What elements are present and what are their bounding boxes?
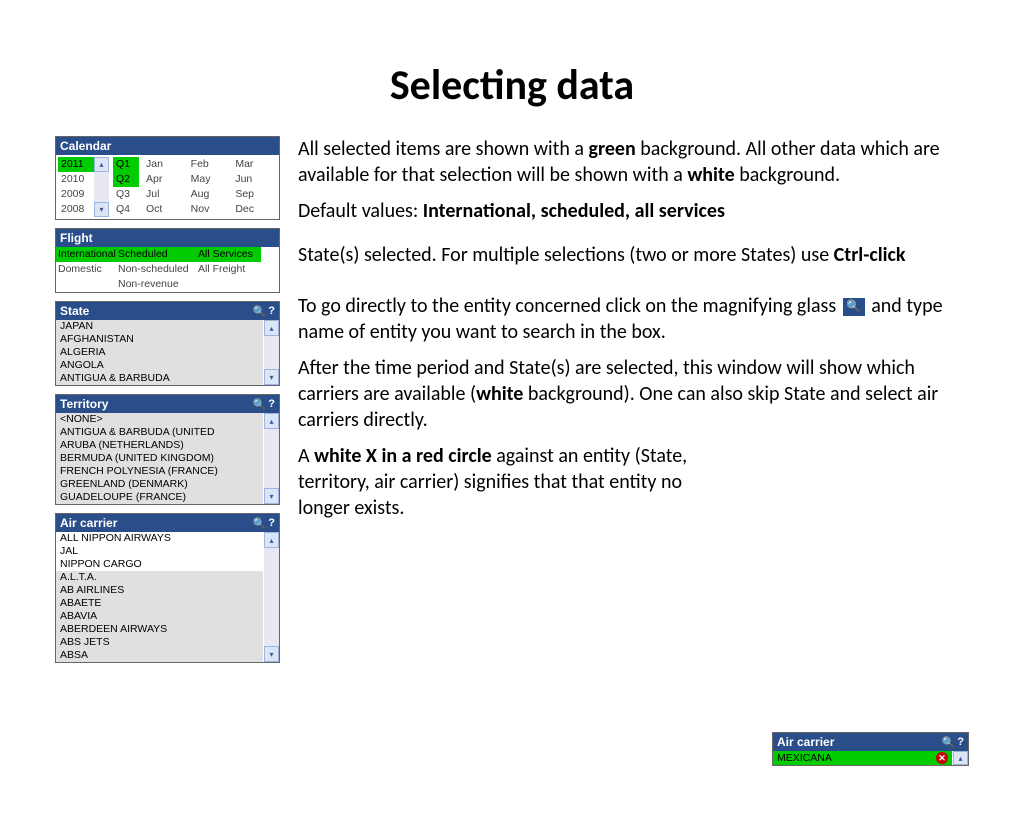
calendar-title: Calendar <box>60 139 111 153</box>
year-cell[interactable]: 2010 <box>58 172 94 187</box>
list-item[interactable]: NIPPON CARGO <box>56 558 263 571</box>
month-cell[interactable]: Mar <box>232 157 277 172</box>
territory-title: Territory <box>60 397 108 411</box>
year-scroll-down[interactable]: ▾ <box>94 202 109 217</box>
help-icon[interactable]: ? <box>268 305 275 318</box>
aircarrier-title: Air carrier <box>60 516 117 530</box>
list-item[interactable]: ALL NIPPON AIRWAYS <box>56 532 263 545</box>
month-cell[interactable]: Dec <box>232 202 277 217</box>
flight-cell[interactable]: Non-revenue <box>116 277 196 292</box>
list-item[interactable]: AFGHANISTAN <box>56 333 263 346</box>
paragraph-redx: A white X in a red circle against an ent… <box>298 443 718 521</box>
flight-cell[interactable]: All Freight <box>196 262 261 277</box>
month-cell[interactable]: Sep <box>232 187 277 202</box>
flight-title: Flight <box>60 231 93 245</box>
paragraph-carriers: After the time period and State(s) are s… <box>298 355 969 433</box>
paragraph-state: State(s) selected. For multiple selectio… <box>298 242 969 268</box>
year-cell[interactable]: 2008 <box>58 202 94 217</box>
search-icon[interactable]: 🔍 <box>253 517 267 530</box>
quarter-cell[interactable]: Q3 <box>113 187 139 202</box>
calendar-panel: Calendar 2011 2010 2009 2008 ▴ ▾ <box>55 136 280 220</box>
list-item[interactable]: AB AIRLINES <box>56 584 263 597</box>
list-item[interactable]: <NONE> <box>56 413 263 426</box>
list-item[interactable]: ABSA <box>56 649 263 662</box>
list-item[interactable]: FRENCH POLYNESIA (FRANCE) <box>56 465 263 478</box>
list-item[interactable]: JAL <box>56 545 263 558</box>
list-item[interactable]: GREENLAND (DENMARK) <box>56 478 263 491</box>
paragraph-defaults: Default values: International, scheduled… <box>298 198 969 224</box>
flight-cell[interactable]: International <box>56 247 116 262</box>
year-cell[interactable]: 2011 <box>58 157 94 172</box>
list-item[interactable]: JAPAN <box>56 320 263 333</box>
list-item[interactable]: A.L.T.A. <box>56 571 263 584</box>
month-cell[interactable]: Jan <box>143 157 188 172</box>
calendar-body: 2011 2010 2009 2008 ▴ ▾ Q1 Q2 Q3 Q4 <box>56 155 279 219</box>
month-cell[interactable]: Jun <box>232 172 277 187</box>
month-cell[interactable]: Jul <box>143 187 188 202</box>
aircarrier-panel: Air carrier 🔍 ? ALL NIPPON AIRWAYS JAL N… <box>55 513 280 663</box>
search-icon[interactable]: 🔍 <box>253 398 267 411</box>
list-item[interactable]: ABAVIA <box>56 610 263 623</box>
list-item[interactable]: ABAETE <box>56 597 263 610</box>
state-list: JAPAN AFGHANISTAN ALGERIA ANGOLA ANTIGUA… <box>56 320 279 385</box>
search-icon[interactable]: 🔍 <box>253 305 267 318</box>
flight-panel: Flight International Scheduled All Servi… <box>55 228 280 293</box>
mini-aircarrier-title: Air carrier <box>777 735 834 749</box>
calendar-header: Calendar <box>56 137 279 155</box>
state-title: State <box>60 304 89 318</box>
scroll-down[interactable]: ▾ <box>264 646 279 662</box>
state-panel: State 🔍 ? JAPAN AFGHANISTAN ALGERIA ANGO… <box>55 301 280 386</box>
year-cell[interactable]: 2009 <box>58 187 94 202</box>
scroll-down[interactable]: ▾ <box>264 488 279 504</box>
mini-aircarrier-list: MEXICANA ✕ ▴ <box>773 751 968 765</box>
list-item[interactable]: ANTIGUA & BARBUDA <box>56 372 263 385</box>
flight-cell[interactable]: Domestic <box>56 262 116 277</box>
flight-cell[interactable]: Scheduled <box>116 247 196 262</box>
paragraph-magnify: To go directly to the entity concerned c… <box>298 293 969 345</box>
text-column: All selected items are shown with a gree… <box>298 136 969 671</box>
territory-list: <NONE> ANTIGUA & BARBUDA (UNITED ARUBA (… <box>56 413 279 504</box>
flight-cell[interactable] <box>56 277 116 292</box>
month-cell[interactable]: Nov <box>188 202 233 217</box>
help-icon[interactable]: ? <box>268 398 275 411</box>
panels-column: Calendar 2011 2010 2009 2008 ▴ ▾ <box>55 136 280 671</box>
list-item[interactable]: ABS JETS <box>56 636 263 649</box>
list-item[interactable]: ANTIGUA & BARBUDA (UNITED <box>56 426 263 439</box>
month-cell[interactable]: Aug <box>188 187 233 202</box>
quarter-cell[interactable]: Q1 <box>113 157 139 172</box>
scroll-up[interactable]: ▴ <box>264 413 279 429</box>
month-cell[interactable]: May <box>188 172 233 187</box>
flight-cell[interactable]: Non-scheduled <box>116 262 196 277</box>
search-icon[interactable]: 🔍 <box>942 736 956 749</box>
list-item[interactable]: ANGOLA <box>56 359 263 372</box>
help-icon[interactable]: ? <box>268 517 275 530</box>
scroll-up[interactable]: ▴ <box>264 320 279 336</box>
flight-cell[interactable]: All Services <box>196 247 261 262</box>
list-item[interactable]: BERMUDA (UNITED KINGDOM) <box>56 452 263 465</box>
scroll-up[interactable]: ▴ <box>264 532 279 548</box>
help-icon[interactable]: ? <box>957 736 964 749</box>
quarter-cell[interactable]: Q2 <box>113 172 139 187</box>
territory-panel: Territory 🔍 ? <NONE> ANTIGUA & BARBUDA (… <box>55 394 280 505</box>
month-cell[interactable]: Feb <box>188 157 233 172</box>
deleted-icon: ✕ <box>936 752 948 764</box>
scroll-up[interactable]: ▴ <box>953 751 968 765</box>
month-cell[interactable]: Oct <box>143 202 188 217</box>
scroll-down[interactable]: ▾ <box>264 369 279 385</box>
list-item[interactable]: ALGERIA <box>56 346 263 359</box>
list-item[interactable]: GUADELOUPE (FRANCE) <box>56 491 263 504</box>
list-item[interactable]: ARUBA (NETHERLANDS) <box>56 439 263 452</box>
content-area: Calendar 2011 2010 2009 2008 ▴ ▾ <box>0 136 1024 671</box>
year-scroll-up[interactable]: ▴ <box>94 157 109 172</box>
page-title: Selecting data <box>0 60 1024 111</box>
month-cell[interactable]: Apr <box>143 172 188 187</box>
magnifying-glass-icon[interactable]: 🔍 <box>843 298 865 316</box>
paragraph-green-white: All selected items are shown with a gree… <box>298 136 969 188</box>
flight-cell[interactable] <box>196 277 261 292</box>
list-item[interactable]: MEXICANA ✕ <box>773 751 952 765</box>
list-item[interactable]: ABERDEEN AIRWAYS <box>56 623 263 636</box>
aircarrier-list: ALL NIPPON AIRWAYS JAL NIPPON CARGO A.L.… <box>56 532 279 662</box>
quarter-cell[interactable]: Q4 <box>113 202 139 217</box>
aircarrier-example-panel: Air carrier 🔍 ? MEXICANA ✕ ▴ <box>772 732 969 766</box>
